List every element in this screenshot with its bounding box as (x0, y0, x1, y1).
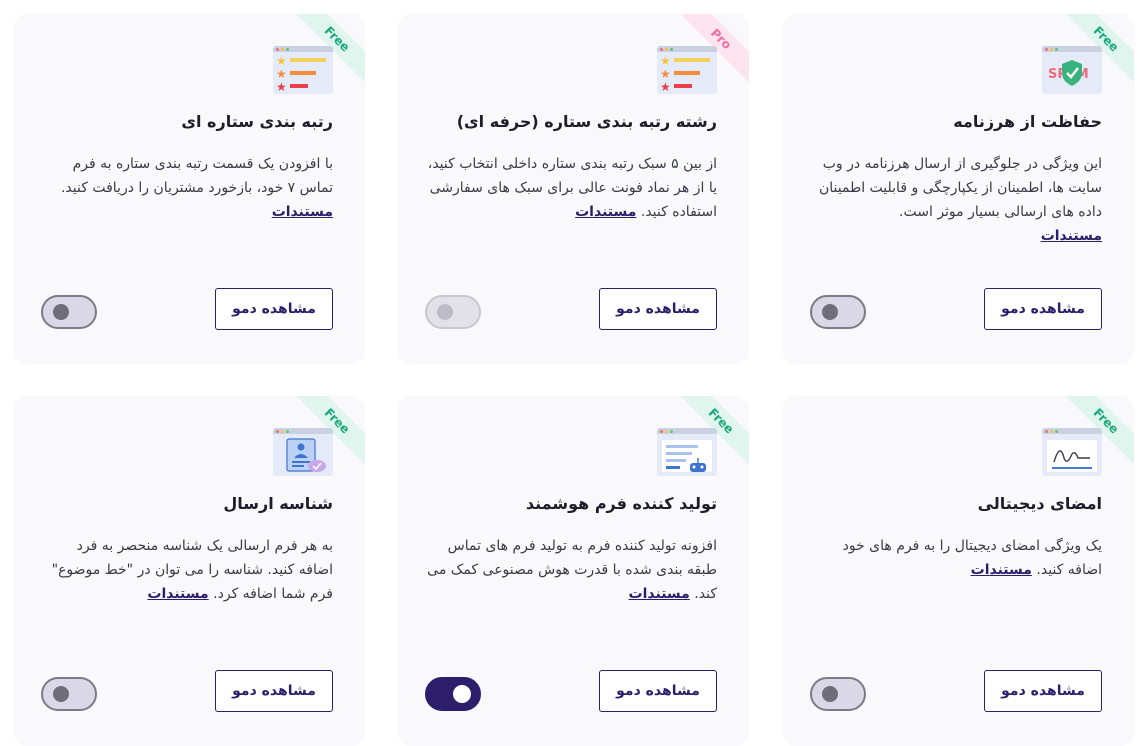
documentation-link[interactable]: مستندات (629, 586, 690, 602)
svg-text:★: ★ (660, 80, 671, 94)
documentation-link[interactable]: مستندات (147, 586, 208, 602)
svg-text:★: ★ (276, 54, 287, 68)
addon-card-star-rating-pro: Pro ★ ★ ★ رشته رتبه بندی ستاره (حرفه ای)… (397, 14, 749, 364)
addon-title: رشته رتبه بندی ستاره (حرفه ای) (456, 112, 717, 131)
documentation-link[interactable]: مستندات (575, 204, 636, 220)
view-demo-button[interactable]: مشاهده دمو (215, 670, 333, 712)
svg-text:★: ★ (276, 80, 287, 94)
addon-description: از بین ۵ سبک رتبه بندی ستاره داخلی انتخا… (427, 156, 717, 220)
addon-card-spam-protection: Free SPAM حفاظت از هرزنامه این ویژگی در … (782, 14, 1134, 364)
view-demo-button[interactable]: مشاهده دمو (984, 670, 1102, 712)
addon-description: یک ویژگی امضای دیجیتال را به فرم های خود… (842, 538, 1102, 578)
addon-toggle[interactable] (41, 295, 97, 329)
documentation-link[interactable]: مستندات (1041, 228, 1102, 244)
view-demo-button[interactable]: مشاهده دمو (599, 670, 717, 712)
svg-text:★: ★ (276, 67, 287, 81)
documentation-link[interactable]: مستندات (272, 204, 333, 220)
toggle-knob (437, 304, 453, 320)
view-demo-button[interactable]: مشاهده دمو (599, 288, 717, 330)
documentation-link[interactable]: مستندات (971, 562, 1032, 578)
addon-toggle[interactable] (425, 677, 481, 711)
addon-description: افزونه تولید کننده فرم به تولید فرم های … (427, 538, 717, 602)
addon-description: با افزودن یک قسمت رتبه بندی ستاره به فرم… (60, 156, 333, 220)
addon-toggle[interactable] (810, 295, 866, 329)
addon-toggle[interactable] (425, 295, 481, 329)
svg-text:★: ★ (660, 54, 671, 68)
addon-description: این ویژگی در جلوگیری از ارسال هرزنامه در… (818, 156, 1102, 244)
ai-robot-icon (657, 428, 717, 476)
star-rating-icon: ★ ★ ★ (657, 46, 717, 94)
addon-title: رتبه بندی ستاره ای (181, 112, 333, 131)
addon-description: به هر فرم ارسالی یک شناسه منحصر به فرد ا… (51, 538, 333, 602)
svg-text:★: ★ (660, 67, 671, 81)
addon-title: امضای دیجیتالی (977, 494, 1102, 513)
toggle-knob (453, 685, 471, 703)
toggle-knob (53, 304, 69, 320)
spam-shield-icon: SPAM (1042, 46, 1102, 94)
toggle-knob (53, 686, 69, 702)
addon-title: تولید کننده فرم هوشمند (525, 494, 717, 513)
view-demo-button[interactable]: مشاهده دمو (984, 288, 1102, 330)
addon-title: شناسه ارسال (223, 494, 333, 513)
addon-card-star-rating: Free ★ ★ ★ رتبه بندی ستاره ای با افزودن … (13, 14, 365, 364)
addons-grid: Free SPAM حفاظت از هرزنامه این ویژگی در … (0, 0, 1147, 746)
addon-card-submission-id: Free شناسه ارسال به هر فرم ارسالی یک شنا… (13, 396, 365, 746)
addon-card-digital-signature: Free امضای دیجیتالی یک ویژگی امضای دیجیت… (782, 396, 1134, 746)
addon-toggle[interactable] (41, 677, 97, 711)
star-rating-icon: ★ ★ ★ (273, 46, 333, 94)
addon-title: حفاظت از هرزنامه (953, 112, 1102, 131)
toggle-knob (822, 304, 838, 320)
id-card-icon (273, 428, 333, 476)
addon-card-smart-form-generator: Free تولید کننده فرم هوشمند افزونه تولید… (397, 396, 749, 746)
view-demo-button[interactable]: مشاهده دمو (215, 288, 333, 330)
addon-toggle[interactable] (810, 677, 866, 711)
toggle-knob (822, 686, 838, 702)
signature-icon (1042, 428, 1102, 476)
